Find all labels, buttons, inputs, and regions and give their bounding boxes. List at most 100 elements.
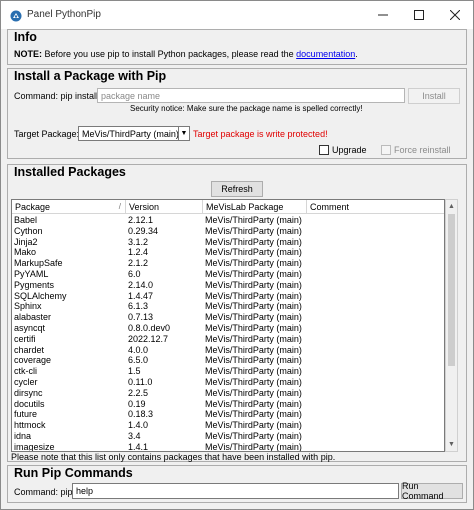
table-cell: docutils <box>14 398 45 409</box>
force-reinstall-checkbox[interactable] <box>381 145 391 155</box>
title-bar[interactable]: Panel PythonPip <box>1 1 473 29</box>
documentation-link[interactable]: documentation <box>296 49 355 59</box>
table-cell: MeVis/ThirdParty (main) <box>205 279 302 290</box>
note-end: . <box>355 49 358 59</box>
install-button[interactable]: Install <box>408 88 460 104</box>
table-cell: 6.0 <box>128 269 141 279</box>
table-vertical-scrollbar[interactable]: ▲ ▼ <box>445 199 458 452</box>
installed-title: Installed Packages <box>14 165 126 179</box>
table-cell: ctk-cli <box>14 366 37 377</box>
table-cell: 0.18.3 <box>128 409 154 420</box>
sort-indicator-icon: / <box>118 202 121 211</box>
table-cell: Cython <box>14 225 43 236</box>
scroll-up-icon[interactable]: ▲ <box>446 200 457 213</box>
table-row[interactable]: asyncqt 0.8.0.dev0 MeVis/ThirdParty (main) <box>12 323 444 334</box>
table-cell: httmock <box>14 420 46 431</box>
table-cell: MeVis/ThirdParty (main) <box>205 344 302 355</box>
table-row[interactable]: alabaster 0.7.13 MeVis/ThirdParty (main) <box>12 312 444 323</box>
upgrade-checkbox[interactable] <box>319 145 329 155</box>
table-row[interactable]: chardet 4.0.0 MeVis/ThirdParty (main) <box>12 345 444 356</box>
column-header-package[interactable]: Package / <box>12 200 126 214</box>
refresh-button[interactable]: Refresh <box>211 181 263 197</box>
table-row[interactable]: Jinja2 3.1.2 MeVis/ThirdParty (main) <box>12 237 444 248</box>
table-cell: future <box>14 409 38 420</box>
table-cell: 6.5.0 <box>128 355 149 366</box>
table-row[interactable]: idna 3.4 MeVis/ThirdParty (main) <box>12 431 444 442</box>
table-row[interactable]: imagesize 1.4.1 MeVis/ThirdParty (main) <box>12 441 444 452</box>
table-cell: Pygments <box>14 279 55 290</box>
table-cell: MeVis/ThirdParty (main) <box>205 323 302 333</box>
table-cell: 2022.12.7 <box>128 333 169 344</box>
table-cell: 1.4.47 <box>128 290 154 301</box>
table-cell: Sphinx <box>14 301 42 312</box>
package-name-input[interactable]: package name <box>97 88 405 103</box>
table-cell: MeVis/ThirdParty (main) <box>205 409 302 420</box>
table-cell: 1.5 <box>128 366 141 377</box>
table-cell: MeVis/ThirdParty (main) <box>205 236 302 247</box>
table-cell: MeVis/ThirdParty (main) <box>205 312 302 323</box>
chevron-down-icon: ▼ <box>178 127 189 140</box>
scroll-thumb[interactable] <box>448 214 455 366</box>
table-row[interactable]: SQLAlchemy 1.4.47 MeVis/ThirdParty (main) <box>12 291 444 302</box>
table-row[interactable]: dirsync 2.2.5 MeVis/ThirdParty (main) <box>12 388 444 399</box>
table-cell: MeVis/ThirdParty (main) <box>205 420 302 431</box>
table-cell: PyYAML <box>14 269 49 279</box>
table-cell: 0.7.13 <box>128 312 154 323</box>
table-cell: 0.29.34 <box>128 225 159 236</box>
table-cell: 2.2.5 <box>128 387 149 398</box>
table-row[interactable]: Pygments 2.14.0 MeVis/ThirdParty (main) <box>12 280 444 291</box>
close-button[interactable] <box>437 1 473 29</box>
table-row[interactable]: cycler 0.11.0 MeVis/ThirdParty (main) <box>12 377 444 388</box>
install-title: Install a Package with Pip <box>14 69 167 83</box>
table-cell: 6.1.3 <box>128 301 149 312</box>
table-row[interactable]: docutils 0.19 MeVis/ThirdParty (main) <box>12 399 444 410</box>
note-label: NOTE: <box>14 49 42 59</box>
table-row[interactable]: future 0.18.3 MeVis/ThirdParty (main) <box>12 409 444 420</box>
installed-footnote: Please note that this list only contains… <box>11 452 336 462</box>
table-row[interactable]: certifi 2022.12.7 MeVis/ThirdParty (main) <box>12 334 444 345</box>
table-cell: imagesize <box>14 441 55 452</box>
table-row[interactable]: PyYAML 6.0 MeVis/ThirdParty (main) <box>12 269 444 280</box>
note-text: Before you use pip to install Python pac… <box>42 49 297 59</box>
table-cell: 3.4 <box>128 431 141 441</box>
pip-command-value: help <box>76 486 94 496</box>
table-cell: 3.1.2 <box>128 236 149 247</box>
info-note: NOTE: Before you use pip to install Pyth… <box>14 49 358 59</box>
table-cell: MeVis/ThirdParty (main) <box>205 333 302 344</box>
install-group: Install a Package with Pip Command: pip … <box>7 68 467 159</box>
table-cell: MeVis/ThirdParty (main) <box>205 431 302 441</box>
table-cell: 1.2.4 <box>128 247 149 258</box>
table-cell: MarkupSafe <box>14 258 63 269</box>
table-cell: certifi <box>14 333 36 344</box>
column-header-mevislab-package[interactable]: MeVisLab Package <box>203 200 307 214</box>
column-header-version[interactable]: Version <box>126 200 203 214</box>
table-row[interactable]: coverage 6.5.0 MeVis/ThirdParty (main) <box>12 355 444 366</box>
table-cell: 4.0.0 <box>128 344 149 355</box>
installed-packages-table[interactable]: Package / Version MeVisLab Package Comme… <box>11 199 445 452</box>
target-package-value: MeVis/ThirdParty (main) <box>82 128 179 139</box>
table-row[interactable]: Mako 1.2.4 MeVis/ThirdParty (main) <box>12 247 444 258</box>
table-cell: MeVis/ThirdParty (main) <box>205 215 302 225</box>
run-command-label: Command: pip <box>14 487 73 497</box>
table-row[interactable]: Babel 2.12.1 MeVis/ThirdParty (main) <box>12 215 444 226</box>
table-row[interactable]: Cython 0.29.34 MeVis/ThirdParty (main) <box>12 226 444 237</box>
package-name-placeholder: package name <box>101 90 161 101</box>
table-row[interactable]: ctk-cli 1.5 MeVis/ThirdParty (main) <box>12 366 444 377</box>
pip-command-input[interactable]: help <box>72 483 399 499</box>
target-package-select[interactable]: MeVis/ThirdParty (main) ▼ <box>78 126 190 141</box>
table-row[interactable]: httmock 1.4.0 MeVis/ThirdParty (main) <box>12 420 444 431</box>
table-row[interactable]: MarkupSafe 2.1.2 MeVis/ThirdParty (main) <box>12 258 444 269</box>
table-row[interactable]: Sphinx 6.1.3 MeVis/ThirdParty (main) <box>12 301 444 312</box>
table-cell: 2.1.2 <box>128 258 149 269</box>
target-package-label: Target Package: <box>14 129 80 139</box>
maximize-button[interactable] <box>401 1 437 29</box>
upgrade-label: Upgrade <box>332 145 367 155</box>
minimize-button[interactable] <box>365 1 401 29</box>
table-cell: SQLAlchemy <box>14 290 67 301</box>
column-header-comment[interactable]: Comment <box>307 200 444 214</box>
run-command-button[interactable]: Run Command <box>401 481 463 501</box>
minimize-icon <box>378 14 388 16</box>
table-cell: chardet <box>14 344 45 355</box>
scroll-down-icon[interactable]: ▼ <box>446 438 457 451</box>
table-cell: MeVis/ThirdParty (main) <box>205 441 302 452</box>
